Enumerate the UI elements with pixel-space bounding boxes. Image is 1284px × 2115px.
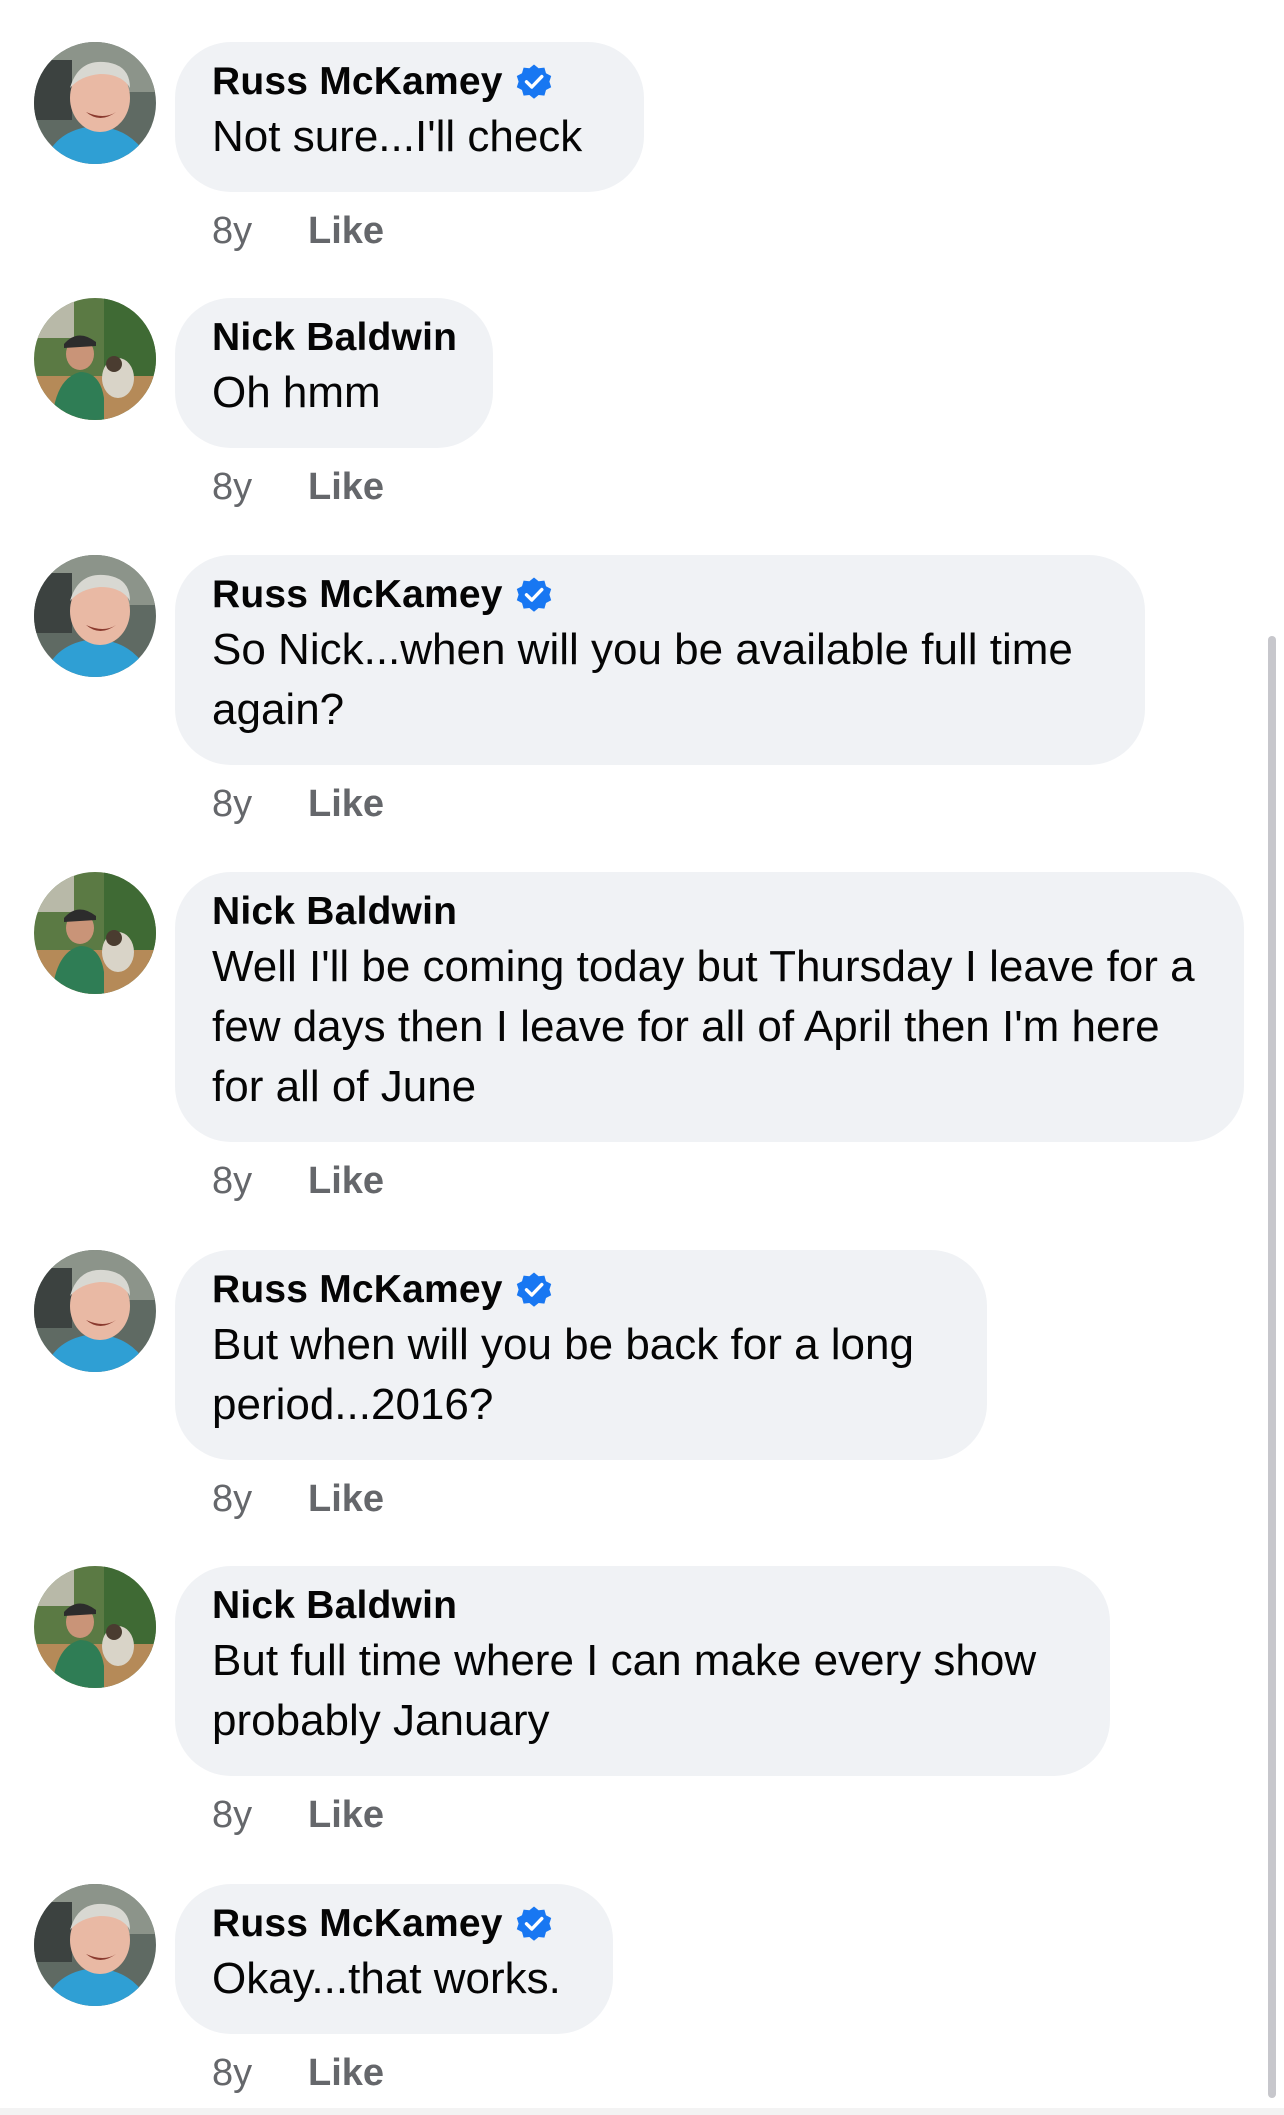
author-name[interactable]: Russ McKamey: [212, 573, 503, 617]
like-button[interactable]: Like: [308, 466, 384, 509]
avatar-image: [34, 1884, 156, 2006]
comment-bubble: Russ McKamey Not sure...I'll check: [175, 42, 644, 192]
comment-text: Not sure...I'll check: [212, 112, 583, 161]
comment-text: Oh hmm: [212, 368, 381, 417]
author-name[interactable]: Russ McKamey: [212, 1902, 503, 1946]
comment-actions: 8y Like: [212, 208, 384, 254]
avatar-image: [34, 1566, 156, 1688]
author-row: Nick Baldwin: [212, 316, 457, 360]
author-name[interactable]: Nick Baldwin: [212, 890, 457, 934]
avatar-image: [34, 42, 156, 164]
comment-actions: 8y Like: [212, 464, 384, 510]
author-name[interactable]: Nick Baldwin: [212, 316, 457, 360]
verified-badge-icon: [515, 1905, 553, 1943]
avatar[interactable]: [34, 555, 156, 677]
author-row: Russ McKamey: [212, 573, 1109, 617]
verified-badge-icon: [515, 63, 553, 101]
comment-bubble: Nick Baldwin Oh hmm: [175, 298, 493, 448]
author-row: Nick Baldwin: [212, 1584, 1074, 1628]
comment-actions: 8y Like: [212, 781, 384, 827]
comment-age[interactable]: 8y: [212, 783, 308, 826]
like-button[interactable]: Like: [308, 1478, 384, 1521]
avatar[interactable]: [34, 1884, 156, 2006]
author-row: Russ McKamey: [212, 60, 608, 104]
comment-actions: 8y Like: [212, 2050, 384, 2096]
comment-text: But when will you be back for a long per…: [212, 1320, 914, 1429]
author-name[interactable]: Nick Baldwin: [212, 1584, 457, 1628]
comment-text: But full time where I can make every sho…: [212, 1636, 1037, 1745]
avatar[interactable]: [34, 872, 156, 994]
like-button[interactable]: Like: [308, 210, 384, 253]
like-button[interactable]: Like: [308, 1160, 384, 1203]
author-name[interactable]: Russ McKamey: [212, 60, 503, 104]
avatar-image: [34, 298, 156, 420]
bottom-divider: [0, 2108, 1284, 2115]
comment-age[interactable]: 8y: [212, 1160, 308, 1203]
avatar[interactable]: [34, 1566, 156, 1688]
comment-bubble: Nick Baldwin Well I'll be coming today b…: [175, 872, 1244, 1142]
comment-bubble: Russ McKamey But when will you be back f…: [175, 1250, 987, 1460]
verified-badge-icon: [515, 1271, 553, 1309]
like-button[interactable]: Like: [308, 1794, 384, 1837]
comment-text: So Nick...when will you be available ful…: [212, 625, 1073, 734]
comment-age[interactable]: 8y: [212, 466, 308, 509]
author-name[interactable]: Russ McKamey: [212, 1268, 503, 1312]
comment-bubble: Russ McKamey So Nick...when will you be …: [175, 555, 1145, 765]
avatar-image: [34, 872, 156, 994]
comment-actions: 8y Like: [212, 1476, 384, 1522]
verified-badge-icon: [515, 576, 553, 614]
comment-age[interactable]: 8y: [212, 1794, 308, 1837]
avatar[interactable]: [34, 298, 156, 420]
avatar[interactable]: [34, 42, 156, 164]
comment-age[interactable]: 8y: [212, 1478, 308, 1521]
comment-bubble: Nick Baldwin But full time where I can m…: [175, 1566, 1110, 1776]
comment-actions: 8y Like: [212, 1158, 384, 1204]
comment-bubble: Russ McKamey Okay...that works.: [175, 1884, 613, 2034]
comment-age[interactable]: 8y: [212, 210, 308, 253]
avatar-image: [34, 1250, 156, 1372]
comment-actions: 8y Like: [212, 1792, 384, 1838]
avatar-image: [34, 555, 156, 677]
comment-text: Well I'll be coming today but Thursday I…: [212, 942, 1195, 1111]
like-button[interactable]: Like: [308, 2052, 384, 2095]
like-button[interactable]: Like: [308, 783, 384, 826]
author-row: Russ McKamey: [212, 1268, 951, 1312]
comment-text: Okay...that works.: [212, 1954, 561, 2003]
avatar[interactable]: [34, 1250, 156, 1372]
author-row: Nick Baldwin: [212, 890, 1208, 934]
comment-age[interactable]: 8y: [212, 2052, 308, 2095]
author-row: Russ McKamey: [212, 1902, 577, 1946]
scrollbar[interactable]: [1268, 636, 1276, 2098]
